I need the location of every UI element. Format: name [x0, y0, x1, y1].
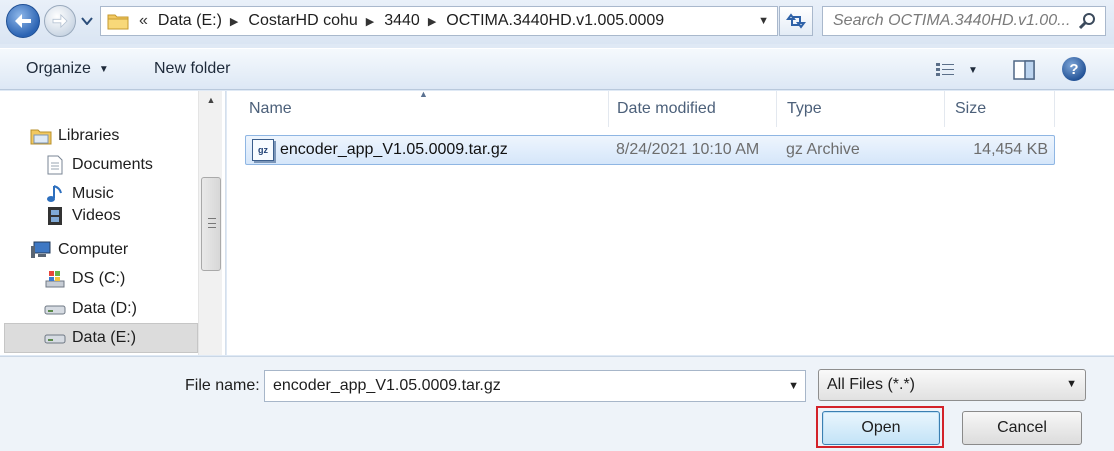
- new-folder-label: New folder: [154, 60, 231, 77]
- search-box: [822, 6, 1106, 36]
- preview-pane-icon[interactable]: [1012, 59, 1036, 81]
- nav-item-drive-e[interactable]: Data (E:): [4, 323, 198, 353]
- documents-icon: [44, 155, 66, 175]
- nav-item-label: Data (E:): [72, 329, 137, 346]
- organize-menu[interactable]: Organize ▼: [26, 60, 109, 78]
- file-name-combobox: ▼: [264, 370, 806, 402]
- arrow-right-icon: [52, 14, 68, 28]
- music-icon: [44, 184, 66, 204]
- column-header-type[interactable]: Type: [777, 91, 945, 127]
- nav-item-drive-d[interactable]: Data (D:): [44, 299, 137, 319]
- organize-label: Organize: [26, 60, 91, 77]
- breadcrumb-item-drive[interactable]: Data (E:): [158, 12, 222, 30]
- new-folder-button[interactable]: New folder: [154, 60, 230, 78]
- sort-ascending-icon: ▲: [419, 89, 428, 99]
- nav-item-label: Data (D:): [72, 300, 137, 317]
- chevron-down-icon: [81, 17, 93, 25]
- chevron-down-icon: ▼: [98, 63, 109, 75]
- file-name-input[interactable]: [265, 371, 765, 401]
- breadcrumb-item-folder[interactable]: CostarHD cohu: [248, 12, 357, 30]
- navigation-pane: Libraries Documents Music Videos Compute…: [0, 91, 226, 355]
- file-date: 8/24/2021 10:10 AM: [616, 141, 760, 158]
- computer-icon: [30, 240, 52, 260]
- breadcrumb-item-folder[interactable]: 3440: [384, 12, 420, 30]
- folder-icon: [107, 14, 129, 30]
- address-toolbar: « Data (E:) ▶ CostarHD cohu ▶ 3440 ▶ OCT…: [0, 0, 1114, 44]
- change-view-icon[interactable]: [934, 61, 960, 79]
- hard-drive-icon: [44, 328, 66, 348]
- recent-pages-dropdown[interactable]: [80, 14, 94, 28]
- hard-drive-icon: [44, 299, 66, 319]
- file-size: 14,454 KB: [973, 141, 1048, 158]
- videos-icon: [44, 206, 66, 226]
- breadcrumb-arrow-icon[interactable]: ▶: [230, 15, 238, 28]
- view-menu-dropdown-icon[interactable]: ▼: [968, 65, 978, 76]
- nav-item-libraries[interactable]: Libraries: [30, 126, 119, 146]
- nav-item-drive-c[interactable]: DS (C:): [44, 269, 125, 289]
- address-bar[interactable]: « Data (E:) ▶ CostarHD cohu ▶ 3440 ▶ OCT…: [100, 6, 778, 36]
- nav-item-label: Music: [72, 185, 114, 202]
- column-header-name[interactable]: Name ▲: [227, 89, 609, 127]
- file-name-label: File name:: [185, 377, 260, 394]
- view-controls: ▼: [934, 59, 1036, 81]
- forward-button[interactable]: [44, 5, 76, 37]
- libraries-icon: [30, 126, 52, 146]
- nav-item-label: DS (C:): [72, 270, 126, 287]
- filter-value: All Files (*.*): [827, 376, 916, 393]
- refresh-button[interactable]: [779, 6, 813, 36]
- dialog-footer: File name: ▼ All Files (*.*) ▼ Open Canc…: [0, 356, 1114, 451]
- back-button[interactable]: [6, 4, 40, 38]
- nav-item-computer[interactable]: Computer: [30, 240, 128, 260]
- search-icon[interactable]: [1079, 12, 1097, 30]
- system-drive-icon: [44, 269, 66, 289]
- search-input[interactable]: [823, 7, 1073, 35]
- column-header-label: Name: [249, 100, 292, 117]
- breadcrumb: Data (E:) ▶ CostarHD cohu ▶ 3440 ▶ OCTIM…: [148, 12, 672, 30]
- arrow-left-icon: [15, 14, 31, 28]
- file-row[interactable]: gz encoder_app_V1.05.0009.tar.gz 8/24/20…: [245, 135, 1055, 165]
- chevron-down-icon: ▼: [1066, 378, 1077, 390]
- file-type: gz Archive: [786, 141, 860, 158]
- cancel-button[interactable]: Cancel: [962, 411, 1082, 445]
- nav-item-music[interactable]: Music: [44, 184, 114, 204]
- help-icon[interactable]: ?: [1062, 57, 1086, 81]
- file-list: Name ▲ Date modified Type Size gz encode…: [227, 89, 1114, 355]
- nav-item-label: Videos: [72, 207, 121, 224]
- nav-item-videos[interactable]: Videos: [44, 206, 121, 226]
- breadcrumb-arrow-icon[interactable]: ▶: [428, 15, 436, 28]
- address-dropdown-icon[interactable]: ▼: [758, 15, 769, 27]
- open-button[interactable]: Open: [822, 411, 940, 445]
- scroll-up-arrow-icon[interactable]: ▲: [199, 95, 223, 105]
- navigation-scrollbar[interactable]: ▲: [198, 91, 222, 355]
- nav-item-label: Computer: [58, 241, 129, 258]
- refresh-icon: [786, 13, 806, 29]
- chevron-down-icon[interactable]: ▼: [788, 380, 799, 392]
- column-header-label: Size: [955, 100, 987, 117]
- column-header-size[interactable]: Size: [945, 91, 1055, 127]
- gz-archive-icon: gz: [252, 139, 274, 161]
- grip-icon: [208, 218, 216, 228]
- breadcrumb-overflow[interactable]: «: [139, 12, 148, 30]
- column-header-date[interactable]: Date modified: [609, 91, 777, 127]
- breadcrumb-item-current[interactable]: OCTIMA.3440HD.v1.005.0009: [446, 12, 664, 30]
- nav-item-documents[interactable]: Documents: [44, 155, 153, 175]
- file-name: encoder_app_V1.05.0009.tar.gz: [280, 141, 508, 158]
- breadcrumb-arrow-icon[interactable]: ▶: [366, 15, 374, 28]
- column-header-label: Date modified: [617, 100, 716, 117]
- nav-item-label: Documents: [72, 156, 153, 173]
- column-header-label: Type: [787, 100, 822, 117]
- scrollbar-thumb[interactable]: [201, 177, 221, 271]
- command-bar: Organize ▼ New folder ▼ ?: [0, 48, 1114, 90]
- file-type-filter-select[interactable]: All Files (*.*) ▼: [818, 369, 1086, 401]
- nav-item-label: Libraries: [58, 127, 120, 144]
